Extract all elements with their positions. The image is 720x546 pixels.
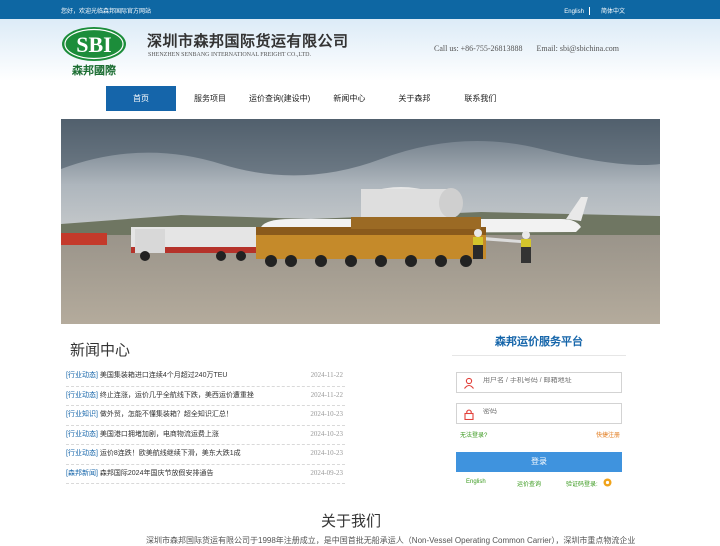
username-field[interactable] <box>456 372 622 393</box>
verify-icon[interactable] <box>603 478 612 489</box>
password-field[interactable] <box>456 403 622 424</box>
lock-icon <box>463 408 475 421</box>
news-title[interactable]: 终止连涨，运价几乎全航线下跌，美西运价遭重挫 <box>100 392 254 399</box>
news-list: [行业动态] 美国集装箱进口连续4个月超过240万TEU 2024-11-22 [行… <box>66 367 345 484</box>
news-date: 2024-10-23 <box>310 410 343 418</box>
nav-item-services[interactable]: 服务项目 <box>176 86 239 111</box>
news-category[interactable]: [行业动态] <box>66 372 98 379</box>
login-links: 无法登录? 快捷注册 <box>460 430 620 439</box>
login-panel: 森邦运价服务平台 无法登录? 快捷注册 登录 English 运价查询 验证码登… <box>442 333 636 488</box>
english-login-link[interactable]: English <box>466 479 486 485</box>
about-section-title: 关于我们 <box>321 513 382 530</box>
nav-item-home[interactable]: 首页 <box>106 86 176 111</box>
news-category[interactable]: [行业动态] <box>66 392 98 399</box>
email-text[interactable]: Email: sbi@sbichina.com <box>537 44 619 53</box>
news-title[interactable]: 美国港口拥堵加剧，电商物流运费上涨 <box>100 431 219 438</box>
login-button[interactable]: 登录 <box>456 452 622 472</box>
main-nav: 首页 服务项目 运价查询(建设中) 新闻中心 关于森邦 联系我们 <box>106 86 510 111</box>
news-date: 2024-10-23 <box>310 449 343 457</box>
password-input[interactable] <box>483 408 613 415</box>
register-link[interactable]: 快捷注册 <box>596 430 620 439</box>
news-item[interactable]: [行业动态] 终止连涨，运价几乎全航线下跌，美西运价遭重挫 2024-11-22 <box>66 387 345 406</box>
nav-item-contact[interactable]: 联系我们 <box>452 86 510 111</box>
news-title[interactable]: 做外贸，怎能不懂集装箱？超全知识汇总！ <box>100 411 233 418</box>
news-item[interactable]: [森邦新闻] 森邦国际2024年国庆节放假安排通告 2024-09-23 <box>66 465 345 484</box>
nav-item-about[interactable]: 关于森邦 <box>380 86 452 111</box>
company-logo[interactable]: SBI 森邦國際 <box>60 25 130 77</box>
freight-query-link[interactable]: 运价查询 <box>517 479 541 488</box>
news-date: 2024-11-22 <box>310 390 343 399</box>
news-date: 2024-11-22 <box>310 371 343 379</box>
logo-letters: SBI <box>76 32 111 57</box>
news-item[interactable]: [行业知识] 做外贸，怎能不懂集装箱？超全知识汇总！ 2024-10-23 <box>66 406 345 426</box>
user-icon <box>463 377 475 389</box>
news-title[interactable]: 美国集装箱进口连续4个月超过240万TEU <box>100 372 228 379</box>
username-input[interactable] <box>483 377 613 384</box>
news-category[interactable]: [行业知识] <box>66 411 98 418</box>
news-item[interactable]: [行业动态] 美国集装箱进口连续4个月超过240万TEU 2024-11-22 <box>66 367 345 387</box>
company-name-en: SHENZHEN SENBANG INTERNATIONAL FREIGHT C… <box>148 52 311 58</box>
forgot-login-link[interactable]: 无法登录? <box>460 433 487 439</box>
news-category[interactable]: [行业动态] <box>66 450 98 457</box>
login-title: 森邦运价服务平台 <box>452 333 626 356</box>
news-section-title: 新闻中心 <box>70 342 131 359</box>
nav-item-news[interactable]: 新闻中心 <box>320 86 380 111</box>
news-item[interactable]: [行业动态] 运价8连跌！欧美航线继续下滑，美东大跌1成 2024-10-23 <box>66 445 345 465</box>
news-category[interactable]: [行业动态] <box>66 431 98 438</box>
top-bar: 您好，欢迎光临森邦国际官方网站 English 简体中文 <box>0 0 720 19</box>
company-name-cn: 深圳市森邦国际货运有限公司 <box>147 32 349 50</box>
lang-chinese-link[interactable]: 简体中文 <box>598 9 628 15</box>
welcome-text: 您好，欢迎光临森邦国际官方网站 <box>61 9 152 15</box>
news-title[interactable]: 运价8连跌！欧美航线继续下滑，美东大跌1成 <box>100 450 241 457</box>
verify-login-link[interactable]: 验证码登录: <box>566 479 598 488</box>
divider <box>588 7 596 16</box>
lang-english-link[interactable]: English <box>561 9 587 15</box>
phone-text: Call us: +86-755-26813888 <box>434 44 523 53</box>
logo-caption: 森邦國際 <box>72 63 117 77</box>
news-item[interactable]: [行业动态] 美国港口拥堵加剧，电商物流运费上涨 2024-10-23 <box>66 426 345 445</box>
language-switcher: English 简体中文 <box>561 6 628 16</box>
about-intro-text: 深圳市森邦国际货运有限公司于1998年注册成立，是中国首批无船承运人（Non-V… <box>146 536 636 545</box>
news-category[interactable]: [森邦新闻] <box>66 470 98 477</box>
news-date: 2024-10-23 <box>310 429 343 438</box>
hero-banner-image[interactable] <box>61 119 660 324</box>
news-title[interactable]: 森邦国际2024年国庆节放假安排通告 <box>100 470 214 477</box>
nav-item-freight-query[interactable]: 运价查询(建设中) <box>239 86 320 111</box>
news-date: 2024-09-23 <box>310 468 343 477</box>
contact-info: Call us: +86-755-26813888 Email: sbi@sbi… <box>434 44 631 53</box>
